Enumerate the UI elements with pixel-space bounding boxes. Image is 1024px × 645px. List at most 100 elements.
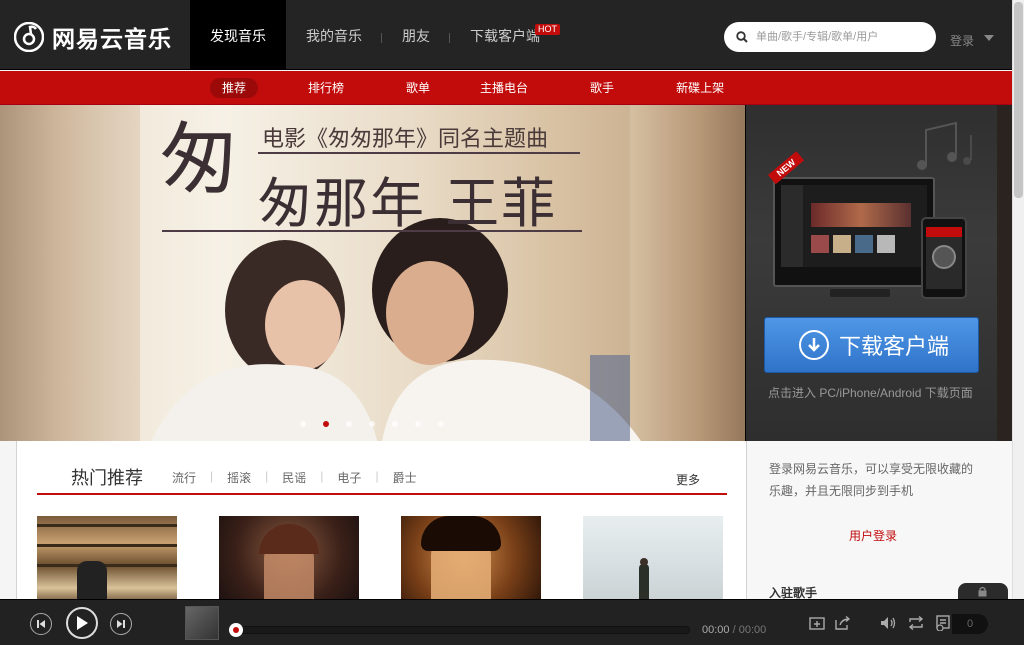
subnav-new-albums[interactable]: 新碟上架 xyxy=(676,71,724,105)
main-nav: 发现音乐 我的音乐 朋友 下载客户端 HOT xyxy=(190,0,572,70)
search-icon xyxy=(736,31,748,43)
subnav-label: 歌单 xyxy=(406,81,431,95)
banner-person-left xyxy=(151,240,378,441)
subnav-label: 主播电台 xyxy=(480,81,529,95)
share-button[interactable] xyxy=(832,613,854,633)
subnav-radio[interactable]: 主播电台 xyxy=(480,71,528,105)
music-notes-decoration-icon xyxy=(917,121,972,170)
sub-nav: 推荐 排行榜 歌单 主播电台 歌手 新碟上架 xyxy=(0,71,1012,105)
banner-dot[interactable] xyxy=(438,421,444,427)
add-to-playlist-button[interactable] xyxy=(806,613,828,633)
download-client-button[interactable]: 下载客户端 xyxy=(764,317,979,373)
banner-dot[interactable] xyxy=(369,421,375,427)
subnav-label: 歌手 xyxy=(590,81,615,95)
login-prompt-text: 登录网易云音乐，可以享受无限收藏的乐趣，并且无限同步到手机 xyxy=(769,462,974,498)
nav-label: 下载客户端 xyxy=(470,28,540,44)
track-thumbnail[interactable] xyxy=(185,606,219,640)
subnav-playlists[interactable]: 歌单 xyxy=(406,71,430,105)
download-hint[interactable]: 点击进入 PC/iPhone/Android 下载页面 xyxy=(768,384,973,401)
login-link[interactable]: 登录 xyxy=(950,32,974,49)
loop-mode-button[interactable] xyxy=(905,613,927,633)
volume-button[interactable] xyxy=(878,613,900,633)
monitor-illustration xyxy=(773,177,935,287)
previous-track-button[interactable] xyxy=(30,613,52,635)
nav-label: 发现音乐 xyxy=(210,28,266,44)
nav-label: 朋友 xyxy=(402,28,430,44)
monitor-screen xyxy=(781,185,927,279)
user-login-link[interactable]: 用户登录 xyxy=(849,527,897,544)
logo-text: 网易云音乐 xyxy=(52,26,172,52)
download-arrow-icon xyxy=(799,330,829,360)
top-bar: 网易云音乐 发现音乐 我的音乐 朋友 下载客户端 HOT 单曲/歌手/专辑/歌单… xyxy=(0,0,1024,70)
netease-logo-icon xyxy=(14,22,44,52)
subnav-artists[interactable]: 歌手 xyxy=(590,71,614,105)
banner-dots xyxy=(300,421,461,427)
banner-dot[interactable] xyxy=(392,421,398,427)
time-total: 00:00 xyxy=(738,624,767,636)
subnav-recommend[interactable]: 推荐 xyxy=(210,71,259,105)
curtain-left xyxy=(0,105,140,441)
logo[interactable]: 网易云音乐 xyxy=(14,20,172,54)
tag-folk[interactable]: 民谣 xyxy=(282,469,306,486)
banner-dot[interactable] xyxy=(346,421,352,427)
banner-dot-active[interactable] xyxy=(323,421,329,427)
tag-separator: | xyxy=(265,469,269,483)
sub-nav-list: 推荐 排行榜 歌单 主播电台 歌手 新碟上架 xyxy=(210,71,724,105)
time-display: 00:00 / 00:00 xyxy=(702,624,766,636)
folder-add-icon xyxy=(809,617,825,630)
player-lock-tab[interactable] xyxy=(958,583,1008,600)
nav-download-client[interactable]: 下载客户端 HOT xyxy=(450,0,572,70)
subnav-charts[interactable]: 排行榜 xyxy=(308,71,344,105)
share-icon xyxy=(835,616,851,630)
banner-title-first: 匆 xyxy=(160,115,238,205)
banner-subtitle: 电影《匆匆那年》同名主题曲 xyxy=(262,127,549,152)
play-button[interactable] xyxy=(66,607,98,639)
hot-recommend-underline xyxy=(37,493,727,495)
nav-my-music[interactable]: 我的音乐 xyxy=(286,0,382,70)
nav-label: 我的音乐 xyxy=(306,28,362,44)
search-box[interactable] xyxy=(724,22,936,52)
tag-separator: | xyxy=(210,469,214,483)
playlist-cover[interactable] xyxy=(219,516,359,606)
nav-friends[interactable]: 朋友 xyxy=(382,0,450,70)
netease-music-page: 网易云音乐 发现音乐 我的音乐 朋友 下载客户端 HOT 单曲/歌手/专辑/歌单… xyxy=(0,0,1024,645)
hot-recommend-title[interactable]: 热门推荐 xyxy=(71,464,143,490)
banner: 匆 电影《匆匆那年》同名主题曲 匆那年 王菲 NEW 下载客户端 点击进入 PC… xyxy=(0,105,1012,441)
tag-pop[interactable]: 流行 xyxy=(172,469,196,486)
subnav-label: 排行榜 xyxy=(308,81,345,95)
tag-separator: | xyxy=(375,469,379,483)
banner-title: 匆那年 王菲 xyxy=(258,172,558,235)
page-scrollbar[interactable] xyxy=(1012,0,1024,645)
scrollbar-thumb[interactable] xyxy=(1014,2,1023,198)
skip-forward-icon xyxy=(117,620,125,628)
tag-separator: | xyxy=(320,469,324,483)
banner-dot[interactable] xyxy=(300,421,306,427)
subnav-label: 推荐 xyxy=(210,78,259,98)
nav-discover-music[interactable]: 发现音乐 xyxy=(190,0,286,70)
more-link[interactable]: 更多 xyxy=(676,471,700,488)
playlist-cover[interactable] xyxy=(37,516,177,606)
banner-dot[interactable] xyxy=(415,421,421,427)
progress-knob[interactable] xyxy=(229,623,243,637)
playlist-cover[interactable] xyxy=(401,516,541,606)
search-input[interactable] xyxy=(756,31,926,43)
banner-image[interactable]: 匆 电影《匆匆那年》同名主题曲 匆那年 王菲 xyxy=(0,105,745,441)
next-track-button[interactable] xyxy=(110,613,132,635)
caret-down-icon[interactable] xyxy=(984,35,994,41)
playlist-count: 0 xyxy=(952,614,988,634)
playlist-icon xyxy=(936,615,950,631)
skip-back-icon xyxy=(37,620,45,628)
tag-jazz[interactable]: 爵士 xyxy=(393,469,417,486)
phone-illustration xyxy=(921,217,967,299)
tag-electronic[interactable]: 电子 xyxy=(337,469,361,486)
tag-rock[interactable]: 摇滚 xyxy=(227,469,251,486)
hot-recommend-section: 热门推荐 流行 | 摇滚 | 民谣 | 电子 | 爵士 更多 xyxy=(16,441,746,606)
repeat-icon xyxy=(908,616,924,630)
volume-icon xyxy=(881,617,896,629)
play-icon xyxy=(77,616,88,630)
playlist-cover[interactable] xyxy=(583,516,723,606)
progress-bar[interactable] xyxy=(229,623,690,637)
lock-icon xyxy=(978,586,987,597)
login-sidebar: 登录网易云音乐，可以享受无限收藏的乐趣，并且无限同步到手机 用户登录 入驻歌手 xyxy=(746,441,1012,601)
player-bar: 00:00 / 00:00 0 xyxy=(0,599,1024,645)
